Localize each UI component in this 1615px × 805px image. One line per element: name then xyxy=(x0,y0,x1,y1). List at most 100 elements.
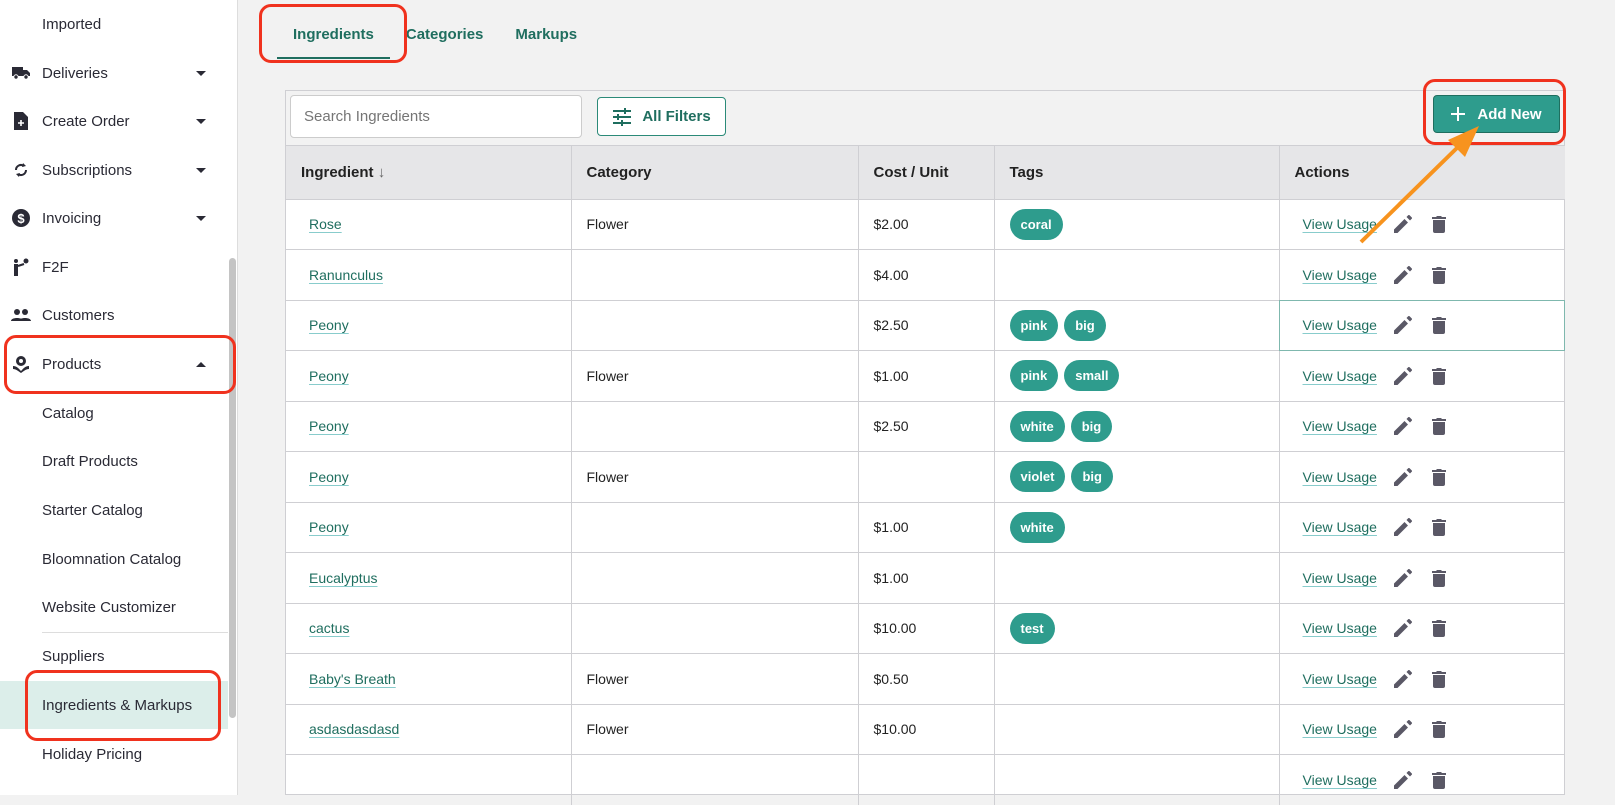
ingredient-link[interactable]: Peony xyxy=(301,418,349,434)
ingredient-link[interactable]: Eucalyptus xyxy=(301,570,377,586)
tags-cell xyxy=(994,654,1279,705)
tag-chip[interactable]: small xyxy=(1064,360,1119,391)
sidebar-item-deliveries[interactable]: Deliveries xyxy=(0,49,228,97)
view-usage-link[interactable]: View Usage xyxy=(1303,519,1377,535)
sidebar-item-bloomnation-catalog[interactable]: Bloomnation Catalog xyxy=(0,535,228,583)
all-filters-button[interactable]: All Filters xyxy=(597,97,726,136)
sidebar-item-imported[interactable]: Imported xyxy=(0,0,228,48)
delete-trash-icon[interactable] xyxy=(1429,669,1449,689)
chevron-down-icon[interactable] xyxy=(196,216,206,221)
edit-pencil-icon[interactable] xyxy=(1393,770,1413,790)
delete-trash-icon[interactable] xyxy=(1429,214,1449,234)
view-usage-link[interactable]: View Usage xyxy=(1303,368,1377,384)
tag-chip[interactable]: test xyxy=(1010,613,1055,644)
sidebar-item-label: Customers xyxy=(42,307,115,324)
edit-pencil-icon[interactable] xyxy=(1393,618,1413,638)
edit-pencil-icon[interactable] xyxy=(1393,315,1413,335)
ingredient-link[interactable]: Peony xyxy=(301,317,349,333)
tag-chip[interactable]: big xyxy=(1071,411,1113,442)
view-usage-link[interactable]: View Usage xyxy=(1303,418,1377,434)
delete-trash-icon[interactable] xyxy=(1429,719,1449,739)
category-cell xyxy=(571,502,858,553)
view-usage-link[interactable]: View Usage xyxy=(1303,317,1377,333)
tab-ingredients[interactable]: Ingredients xyxy=(277,18,390,59)
delete-trash-icon[interactable] xyxy=(1429,517,1449,537)
view-usage-link[interactable]: View Usage xyxy=(1303,671,1377,687)
edit-pencil-icon[interactable] xyxy=(1393,568,1413,588)
edit-pencil-icon[interactable] xyxy=(1393,467,1413,487)
tag-chip[interactable]: big xyxy=(1064,310,1106,341)
sidebar-item-draft-products[interactable]: Draft Products xyxy=(0,437,228,485)
sidebar-item-customers[interactable]: Customers xyxy=(0,291,228,339)
delete-trash-icon[interactable] xyxy=(1429,315,1449,335)
edit-pencil-icon[interactable] xyxy=(1393,214,1413,234)
delete-trash-icon[interactable] xyxy=(1429,366,1449,386)
delete-trash-icon[interactable] xyxy=(1429,467,1449,487)
tag-chip[interactable]: big xyxy=(1071,461,1113,492)
edit-pencil-icon[interactable] xyxy=(1393,517,1413,537)
view-usage-link[interactable]: View Usage xyxy=(1303,721,1377,737)
chevron-up-icon[interactable] xyxy=(196,362,206,367)
tag-chip[interactable]: coral xyxy=(1010,209,1063,240)
delete-trash-icon[interactable] xyxy=(1429,618,1449,638)
sidebar: Imported Deliveries Create OrderSubscripti… xyxy=(0,0,238,795)
edit-pencil-icon[interactable] xyxy=(1393,366,1413,386)
edit-pencil-icon[interactable] xyxy=(1393,719,1413,739)
delete-trash-icon[interactable] xyxy=(1429,265,1449,285)
tag-chip[interactable]: violet xyxy=(1010,461,1066,492)
sidebar-item-suppliers[interactable]: Suppliers xyxy=(0,632,228,680)
tag-chip[interactable]: white xyxy=(1010,411,1065,442)
sidebar-item-invoicing[interactable]: $Invoicing xyxy=(0,194,228,242)
tags-cell: pinksmall xyxy=(994,351,1279,402)
delete-trash-icon[interactable] xyxy=(1429,568,1449,588)
ingredient-cell xyxy=(286,755,571,805)
ingredient-link[interactable]: asdasdasdasd xyxy=(301,721,399,737)
column-header-ingredient[interactable]: Ingredient ↓ xyxy=(286,146,571,199)
chevron-down-icon[interactable] xyxy=(196,119,206,124)
delete-trash-icon[interactable] xyxy=(1429,770,1449,790)
ingredient-link[interactable]: Rose xyxy=(301,216,342,232)
view-usage-link[interactable]: View Usage xyxy=(1303,620,1377,636)
view-usage-link[interactable]: View Usage xyxy=(1303,469,1377,485)
edit-pencil-icon[interactable] xyxy=(1393,265,1413,285)
chevron-down-icon[interactable] xyxy=(196,71,206,76)
table-row: Peony $2.50 whitebig View Usage xyxy=(286,401,1565,452)
tabs: Ingredients Categories Markups xyxy=(277,18,593,59)
tab-categories[interactable]: Categories xyxy=(390,18,500,59)
chevron-down-icon[interactable] xyxy=(196,168,206,173)
sidebar-item-catalog[interactable]: Catalog xyxy=(0,389,228,437)
table-row: Baby's Breath Flower $0.50 View Usage xyxy=(286,654,1565,705)
tag-chip[interactable]: pink xyxy=(1010,360,1059,391)
tag-chip[interactable]: pink xyxy=(1010,310,1059,341)
view-usage-link[interactable]: View Usage xyxy=(1303,570,1377,586)
ingredient-link[interactable]: Peony xyxy=(301,519,349,535)
view-usage-link[interactable]: View Usage xyxy=(1303,772,1377,788)
tab-markups[interactable]: Markups xyxy=(499,18,593,59)
sidebar-item-products[interactable]: Products xyxy=(0,340,228,388)
edit-pencil-icon[interactable] xyxy=(1393,416,1413,436)
view-usage-link[interactable]: View Usage xyxy=(1303,216,1377,232)
ingredient-link[interactable]: Peony xyxy=(301,368,349,384)
sidebar-item-starter-catalog[interactable]: Starter Catalog xyxy=(0,486,228,534)
add-new-button[interactable]: Add New xyxy=(1433,95,1560,133)
ingredient-link[interactable] xyxy=(301,772,309,788)
delete-trash-icon[interactable] xyxy=(1429,416,1449,436)
sidebar-item-holiday-pricing[interactable]: Holiday Pricing xyxy=(0,730,228,778)
edit-pencil-icon[interactable] xyxy=(1393,669,1413,689)
sidebar-scrollbar[interactable] xyxy=(229,258,236,718)
sidebar-item-label: Deliveries xyxy=(42,65,108,82)
search-input[interactable] xyxy=(290,95,582,138)
sidebar-item-website-customizer[interactable]: Website Customizer xyxy=(0,583,228,631)
table-row: Peony $2.50 pinkbig View Usage xyxy=(286,300,1565,351)
ingredient-link[interactable]: cactus xyxy=(301,620,349,636)
sidebar-item-ingredients-markups[interactable]: Ingredients & Markups xyxy=(0,681,228,729)
ingredient-link[interactable]: Ranunculus xyxy=(301,267,383,283)
tag-chip[interactable]: white xyxy=(1010,512,1065,543)
ingredient-link[interactable]: Peony xyxy=(301,469,349,485)
sidebar-item-create-order[interactable]: Create Order xyxy=(0,97,228,145)
category-cell: Flower xyxy=(571,452,858,503)
sidebar-item-f2f[interactable]: F2F xyxy=(0,243,228,291)
sidebar-item-subscriptions[interactable]: Subscriptions xyxy=(0,146,228,194)
ingredient-link[interactable]: Baby's Breath xyxy=(301,671,396,687)
view-usage-link[interactable]: View Usage xyxy=(1303,267,1377,283)
